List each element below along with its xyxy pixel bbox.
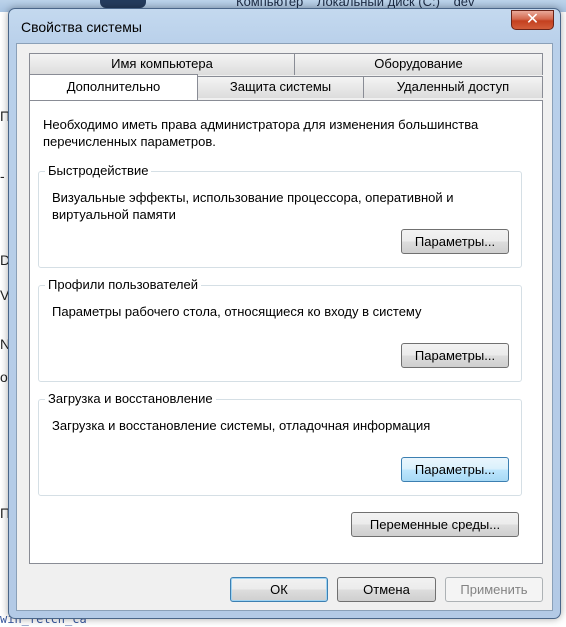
startup-recovery-settings-button[interactable]: Параметры... — [401, 457, 509, 482]
background-text-fragment: o — [0, 369, 8, 385]
system-properties-dialog: Свойства системы ✕ Имя компьютера Оборуд… — [8, 8, 561, 619]
performance-description: Визуальные эффекты, использование процес… — [52, 190, 454, 222]
cancel-button[interactable]: Отмена — [337, 577, 436, 602]
environment-variables-button[interactable]: Переменные среды... — [351, 512, 519, 537]
startup-recovery-group-title: Загрузка и восстановление — [45, 391, 216, 406]
performance-group: Быстродействие Визуальные эффекты, испол… — [38, 163, 522, 268]
user-profiles-settings-button[interactable]: Параметры... — [401, 343, 509, 368]
ok-button[interactable]: ОК — [230, 577, 328, 602]
background-window-strip — [0, 12, 8, 612]
startup-recovery-description: Загрузка и восстановление системы, отлад… — [52, 418, 431, 433]
apply-button[interactable]: Применить — [445, 577, 543, 602]
tab-label: Дополнительно — [66, 79, 161, 94]
close-icon: ✕ — [525, 11, 540, 28]
startup-recovery-group: Загрузка и восстановление Загрузка и вос… — [38, 391, 522, 496]
tab-label: Оборудование — [374, 56, 463, 71]
performance-settings-button[interactable]: Параметры... — [401, 229, 509, 254]
user-profiles-description: Параметры рабочего стола, относящиеся ко… — [52, 304, 422, 319]
tab-label: Защита системы — [229, 79, 332, 94]
tab-label: Имя компьютера — [111, 56, 213, 71]
advanced-tab-panel: Необходимо иметь права администратора дл… — [29, 100, 543, 564]
user-profiles-group-title: Профили пользователей — [45, 277, 201, 292]
admin-rights-note: Необходимо иметь права администратора дл… — [43, 117, 479, 149]
tab-system-protection[interactable]: Защита системы — [197, 76, 364, 98]
tab-label: Удаленный доступ — [396, 79, 510, 94]
dialog-client-area: Имя компьютера Оборудование Дополнительн… — [16, 43, 553, 611]
title-bar[interactable]: Свойства системы ✕ — [9, 9, 560, 45]
tab-advanced[interactable]: Дополнительно — [29, 74, 198, 100]
user-profiles-group: Профили пользователей Параметры рабочего… — [38, 277, 522, 382]
tab-hardware[interactable]: Оборудование — [294, 53, 543, 75]
background-text-fragment: - — [0, 168, 5, 184]
dialog-title: Свойства системы — [21, 19, 142, 35]
tab-remote[interactable]: Удаленный доступ — [363, 76, 543, 98]
close-button[interactable]: ✕ — [511, 10, 554, 30]
background-logo — [100, 0, 146, 8]
performance-group-title: Быстродействие — [45, 163, 152, 178]
tab-computer-name[interactable]: Имя компьютера — [29, 53, 295, 75]
